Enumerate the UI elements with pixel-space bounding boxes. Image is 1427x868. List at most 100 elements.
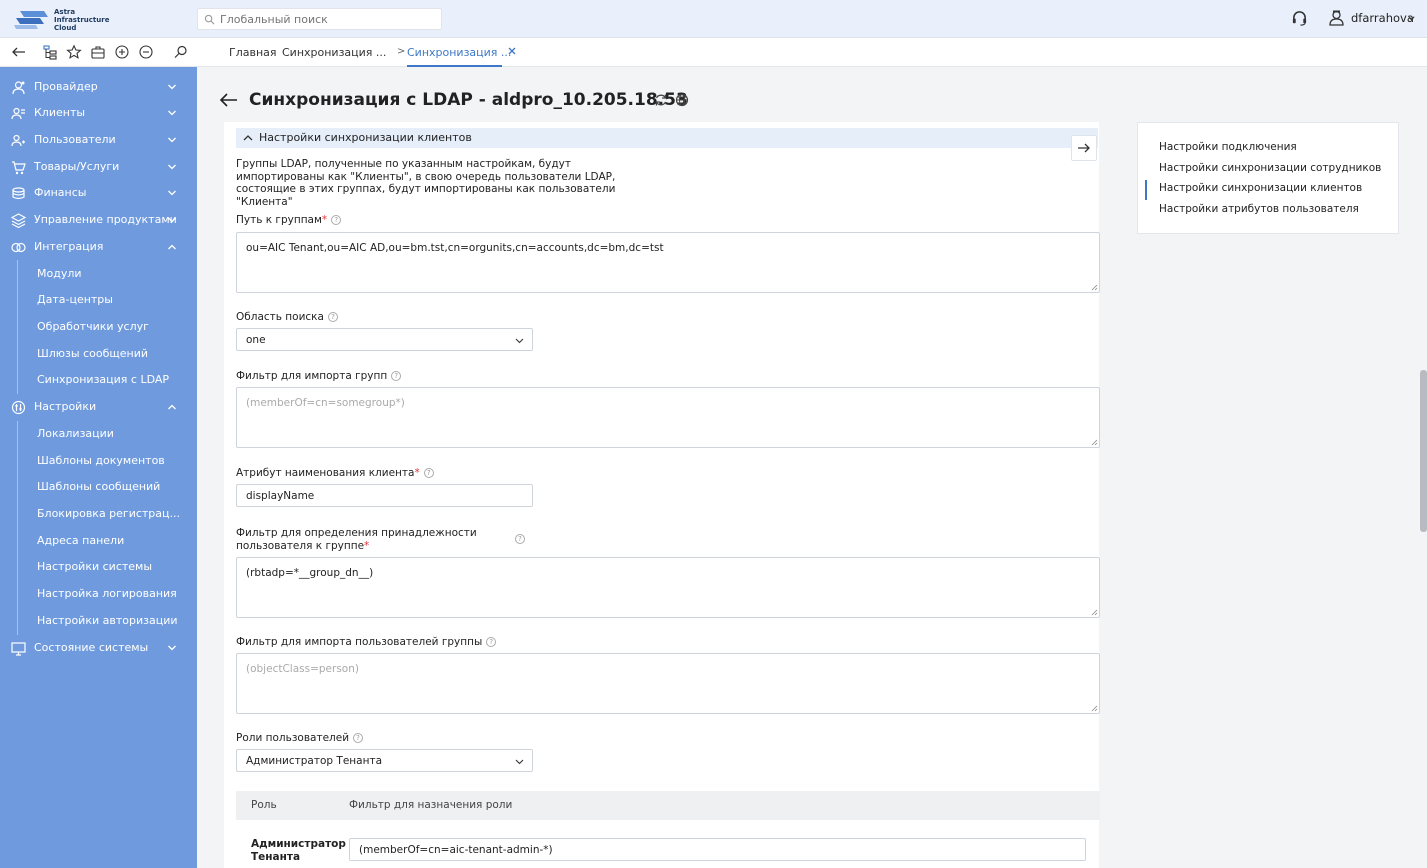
client-name-attr-label: Атрибут наименования клиента*?: [236, 467, 434, 479]
astra-logo-icon: [14, 11, 48, 29]
briefcase-icon[interactable]: [90, 44, 106, 60]
back-arrow-icon[interactable]: [219, 92, 239, 108]
star-icon[interactable]: [66, 44, 82, 60]
chevron-down-icon: [168, 645, 176, 651]
sidebar-item-clients[interactable]: Клиенты: [0, 100, 197, 126]
group-filter-textarea[interactable]: (memberOf=cn=somegroup*): [236, 387, 1100, 448]
help-icon[interactable]: ?: [423, 468, 434, 478]
sidebar-subitem-panel-addresses[interactable]: Адреса панели: [0, 528, 197, 554]
help-icon[interactable]: ?: [327, 312, 338, 322]
help-icon[interactable]: ?: [331, 215, 342, 225]
user-filter-label: Фильтр для импорта пользователей группы?: [236, 636, 497, 648]
user-roles-select[interactable]: Администратор Тенанта: [236, 749, 533, 772]
help-icon[interactable]: ?: [515, 534, 525, 544]
help-icon[interactable]: ?: [353, 733, 364, 743]
sidebar-subitem-message-gateways[interactable]: Шлюзы сообщений: [0, 341, 197, 367]
globe-icon[interactable]: [675, 93, 689, 107]
toc-item-connection[interactable]: Настройки подключения: [1159, 141, 1297, 153]
column-header-filter: Фильтр для назначения роли: [349, 799, 513, 811]
collapse-panel-button[interactable]: [1071, 135, 1097, 161]
sidebar-subitem-ldap-sync[interactable]: Синхронизация с LDAP: [0, 367, 197, 393]
sidebar-item-provider[interactable]: Провайдер: [0, 74, 197, 100]
tab-ldap-sync-active[interactable]: Синхронизация ...: [407, 46, 511, 59]
resize-handle-icon[interactable]: [1091, 705, 1098, 712]
section-header-client-sync[interactable]: Настройки синхронизации клиентов: [236, 128, 1098, 148]
field-placeholder: (objectClass=person): [246, 663, 359, 675]
sidebar-item-label: Клиенты: [34, 106, 86, 119]
search-input[interactable]: [220, 11, 435, 27]
expand-all-icon[interactable]: [114, 44, 130, 60]
sidebar-item-integration[interactable]: Интеграция: [0, 234, 197, 260]
role-filter-input[interactable]: (memberOf=cn=aic-tenant-admin-*): [349, 838, 1086, 861]
resize-handle-icon[interactable]: [1091, 609, 1098, 616]
monitor-icon: [11, 642, 26, 656]
sidebar-subitem-localizations[interactable]: Локализации: [0, 421, 197, 447]
tree-structure-icon[interactable]: [42, 44, 58, 60]
help-icon[interactable]: ?: [391, 371, 402, 381]
group-path-textarea[interactable]: ou=AIC Tenant,ou=AIC AD,ou=bm.tst,cn=org…: [236, 232, 1100, 293]
main-content: Синхронизация с LDAP - aldpro_10.205.18.…: [197, 67, 1427, 868]
chevron-down-icon: [168, 110, 176, 116]
settings-icon: [11, 400, 26, 415]
collapse-all-icon[interactable]: [138, 44, 154, 60]
sidebar-subitem-datacenters[interactable]: Дата-центры: [0, 287, 197, 313]
section-title: Настройки синхронизации клиентов: [259, 131, 472, 144]
close-icon[interactable]: [507, 46, 517, 56]
toc-item-client-sync[interactable]: Настройки синхронизации клиентов: [1159, 182, 1362, 194]
sidebar-subitem-service-handlers[interactable]: Обработчики услуг: [0, 314, 197, 340]
sidebar-item-finance[interactable]: Финансы: [0, 180, 197, 206]
roles-table-header: Роль Фильтр для назначения роли: [236, 791, 1100, 820]
app-logo[interactable]: Astra Infrastructure Cloud: [14, 6, 124, 32]
sidebar-subitem-message-templates[interactable]: Шаблоны сообщений: [0, 474, 197, 500]
sidebar-subitem-system-settings[interactable]: Настройки системы: [0, 554, 197, 580]
sidebar-item-settings[interactable]: Настройки: [0, 394, 197, 420]
sidebar-item-label: Состояние системы: [34, 641, 149, 654]
resize-handle-icon[interactable]: [1091, 284, 1098, 291]
back-arrow-icon[interactable]: [11, 44, 27, 60]
client-name-attr-input[interactable]: displayName: [236, 484, 533, 507]
select-value: one: [246, 334, 266, 346]
sidebar-item-product-management[interactable]: Управление продуктами: [0, 207, 197, 233]
tabs-bar: Главная Синхронизация ... > Синхронизаци…: [197, 38, 1427, 67]
sidebar-subitem-modules[interactable]: Модули: [0, 261, 197, 287]
tab-home[interactable]: Главная: [229, 46, 277, 59]
label-text: Роли пользователей: [236, 732, 350, 744]
sidebar-subitem-auth-settings[interactable]: Настройки авторизации: [0, 608, 197, 634]
sidebar-subitem-logging-settings[interactable]: Настройка логирования: [0, 581, 197, 607]
chevron-down-icon: [1408, 16, 1415, 21]
sidebar-item-system-state[interactable]: Состояние системы: [0, 635, 197, 661]
group-filter-label: Фильтр для импорта групп?: [236, 370, 402, 382]
page-scrollbar[interactable]: [1420, 370, 1427, 532]
user-filter-textarea[interactable]: (objectClass=person): [236, 653, 1100, 714]
chevron-down-icon: [168, 84, 176, 90]
label-text: Фильтр для импорта групп: [236, 370, 388, 382]
sidebar-subitem-label: Адреса панели: [37, 534, 125, 547]
toc-item-user-attributes[interactable]: Настройки атрибутов пользователя: [1159, 203, 1359, 215]
required-mark: *: [321, 214, 328, 226]
toc-item-employee-sync[interactable]: Настройки синхронизации сотрудников: [1159, 162, 1381, 174]
sidebar-subitem-document-templates[interactable]: Шаблоны документов: [0, 448, 197, 474]
resize-handle-icon[interactable]: [1091, 439, 1098, 446]
support-headset-icon[interactable]: [1291, 10, 1308, 27]
users-icon: [11, 134, 25, 147]
label-text: Атрибут наименования клиента: [236, 467, 415, 479]
global-search[interactable]: [197, 8, 442, 30]
search-scope-select[interactable]: one: [236, 328, 533, 351]
sidebar-subitem-registration-block[interactable]: Блокировка регистрац...: [0, 501, 197, 527]
membership-filter-label: Фильтр для определения принадлежности по…: [236, 527, 477, 553]
chevron-down-icon: [168, 164, 176, 170]
chevron-down-icon: [515, 338, 524, 344]
sidebar-toolbar: [0, 38, 197, 67]
membership-filter-textarea[interactable]: (rbtadp=*__group_dn__): [236, 557, 1100, 618]
refresh-icon[interactable]: [654, 93, 668, 107]
chevron-up-icon: [243, 135, 253, 141]
sidebar-item-users[interactable]: Пользователи: [0, 127, 197, 153]
sidebar-item-products[interactable]: Товары/Услуги: [0, 154, 197, 180]
sidebar-subitem-label: Шаблоны документов: [37, 454, 165, 467]
tab-ldap-sync[interactable]: Синхронизация ...: [282, 46, 386, 59]
help-icon[interactable]: ?: [486, 637, 497, 647]
sidebar-item-label: Интеграция: [34, 240, 104, 253]
sidebar-subitem-label: Шаблоны сообщений: [37, 480, 161, 493]
search-icon[interactable]: [173, 44, 189, 60]
sidebar-subitem-label: Блокировка регистрац...: [37, 507, 181, 520]
